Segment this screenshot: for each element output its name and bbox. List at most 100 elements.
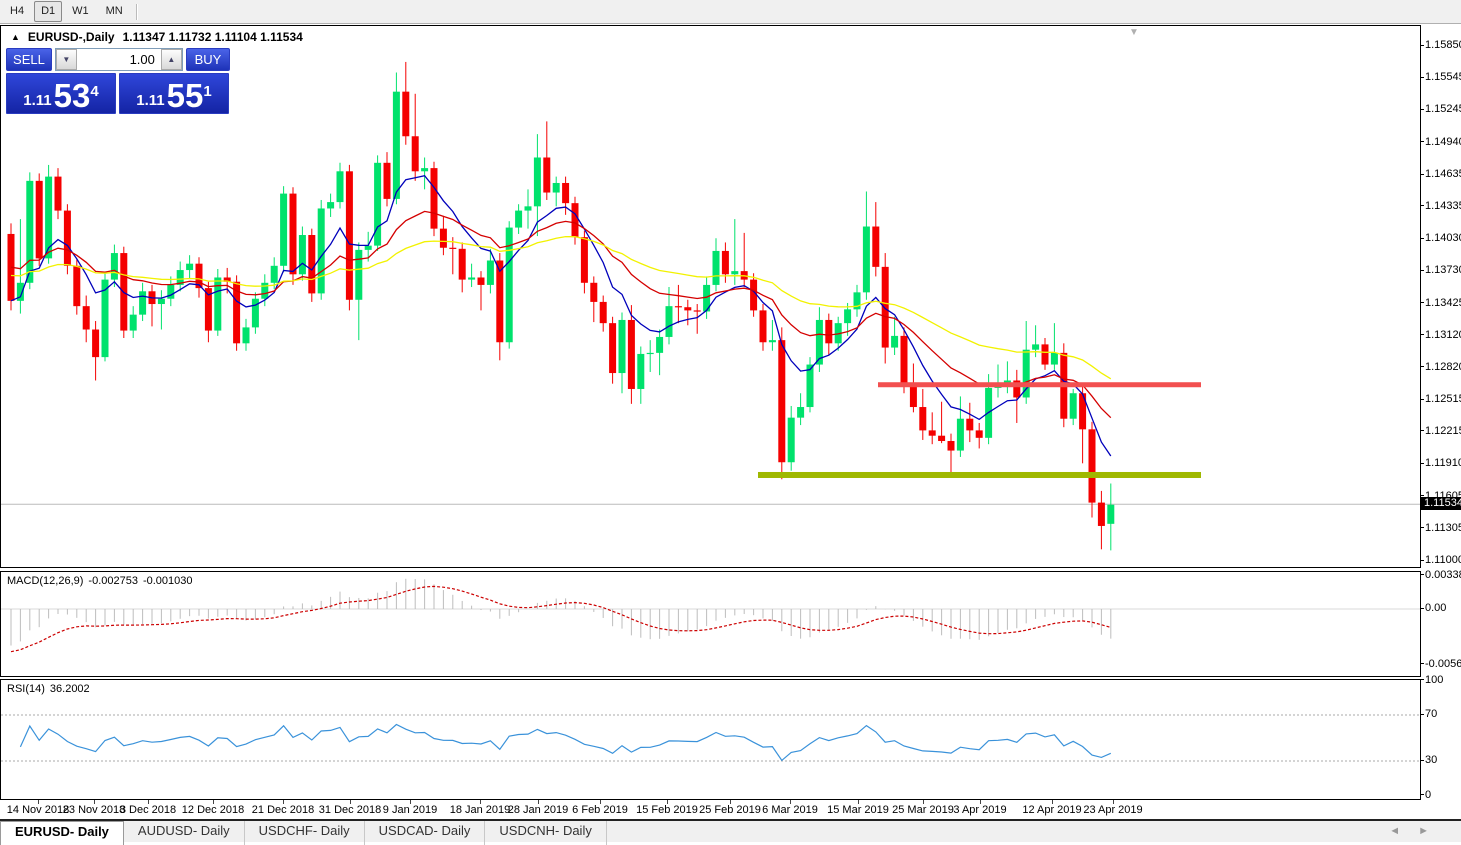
chart-tab-audusd[interactable]: AUDUSD- Daily bbox=[124, 821, 245, 845]
price-tick-mark bbox=[1421, 141, 1424, 142]
price-tick-label: 1.12820 bbox=[1425, 361, 1461, 373]
timeframe-button-w1[interactable]: W1 bbox=[65, 1, 96, 22]
rsi-tick-mark bbox=[1421, 760, 1424, 761]
date-tick-label: 14 Nov 2018 bbox=[7, 804, 69, 816]
sell-button[interactable]: SELL bbox=[6, 48, 52, 71]
price-tick-mark bbox=[1421, 399, 1424, 400]
price-tick-mark bbox=[1421, 77, 1424, 78]
date-tick-label: 25 Mar 2019 bbox=[892, 804, 954, 816]
price-tick-mark bbox=[1421, 302, 1424, 303]
macd-main-value: -0.002753 bbox=[88, 575, 138, 587]
date-axis[interactable]: 14 Nov 201823 Nov 20183 Dec 201812 Dec 2… bbox=[0, 800, 1421, 819]
date-tick-label: 31 Dec 2018 bbox=[319, 804, 381, 816]
volume-input[interactable]: 1.00 bbox=[77, 49, 161, 70]
price-tick-label: 1.12215 bbox=[1425, 425, 1461, 437]
rsi-name: RSI(14) bbox=[7, 683, 45, 695]
macd-signal-value: -0.001030 bbox=[143, 575, 193, 587]
rsi-tick-label: 0 bbox=[1425, 789, 1431, 801]
price-tick-label: 1.14940 bbox=[1425, 136, 1461, 148]
price-tick-label: 1.13120 bbox=[1425, 329, 1461, 341]
chart-tab-bar: EURUSD- DailyAUDUSD- DailyUSDCHF- DailyU… bbox=[0, 821, 1461, 842]
price-tick-mark bbox=[1421, 334, 1424, 335]
price-tick-label: 1.15245 bbox=[1425, 103, 1461, 115]
tab-scroll-right-icon[interactable]: ► bbox=[1418, 825, 1447, 837]
rsi-indicator-panel[interactable]: RSI(14) 36.2002 bbox=[0, 679, 1421, 800]
date-tick-label: 28 Jan 2019 bbox=[508, 804, 569, 816]
date-tick-label: 6 Mar 2019 bbox=[762, 804, 818, 816]
rsi-chart bbox=[1, 680, 1420, 799]
date-tick-label: 12 Dec 2018 bbox=[182, 804, 244, 816]
macd-tick-mark bbox=[1421, 574, 1424, 575]
horizontal-line[interactable] bbox=[878, 382, 1201, 387]
macd-indicator-panel[interactable]: MACD(12,26,9) -0.002753 -0.001030 bbox=[0, 571, 1421, 677]
date-tick-label: 23 Apr 2019 bbox=[1083, 804, 1142, 816]
price-tick-label: 1.13425 bbox=[1425, 297, 1461, 309]
macd-tick-label: 0.00 bbox=[1425, 602, 1446, 614]
rsi-tick-label: 100 bbox=[1425, 674, 1443, 686]
expand-arrow-icon[interactable]: ▲ bbox=[11, 32, 20, 42]
timeframe-button-h4[interactable]: H4 bbox=[3, 1, 31, 22]
rsi-label: RSI(14) 36.2002 bbox=[7, 683, 90, 695]
chart-ohlc-values: 1.11347 1.11732 1.11104 1.11534 bbox=[123, 30, 303, 44]
price-tick-mark bbox=[1421, 560, 1424, 561]
date-tick-label: 15 Feb 2019 bbox=[636, 804, 698, 816]
tab-scroll-arrows[interactable]: ◄► bbox=[1389, 825, 1447, 837]
date-tick-label: 3 Apr 2019 bbox=[953, 804, 1006, 816]
price-tick-label: 1.11000 bbox=[1425, 554, 1461, 566]
sell-price-pip: 4 bbox=[90, 74, 98, 110]
date-tick-label: 12 Apr 2019 bbox=[1022, 804, 1081, 816]
current-price-tag: 1.11534 bbox=[1421, 497, 1461, 510]
sell-price-small: 1.11 bbox=[23, 91, 51, 111]
chart-tab-usdchf[interactable]: USDCHF- Daily bbox=[245, 821, 365, 845]
buy-price-pip: 1 bbox=[203, 74, 211, 110]
macd-tick-mark bbox=[1421, 608, 1424, 609]
buy-quote-box[interactable]: 1.11 55 1 bbox=[119, 73, 229, 114]
chart-tab-eurusd[interactable]: EURUSD- Daily bbox=[0, 821, 124, 845]
rsi-value: 36.2002 bbox=[50, 683, 90, 695]
volume-decrease-button[interactable]: ▼ bbox=[56, 49, 77, 70]
price-tick-label: 1.12515 bbox=[1425, 393, 1461, 405]
buy-button[interactable]: BUY bbox=[186, 48, 230, 71]
macd-name: MACD(12,26,9) bbox=[7, 575, 83, 587]
price-tick-mark bbox=[1421, 109, 1424, 110]
price-tick-label: 1.14030 bbox=[1425, 232, 1461, 244]
price-tick-label: 1.15850 bbox=[1425, 39, 1461, 51]
horizontal-line[interactable] bbox=[758, 472, 1201, 478]
date-tick-label: 21 Dec 2018 bbox=[252, 804, 314, 816]
price-axis[interactable]: 1.158501.155451.152451.149401.146351.143… bbox=[1421, 25, 1461, 800]
tab-scroll-left-icon[interactable]: ◄ bbox=[1389, 825, 1418, 837]
sell-quote-box[interactable]: 1.11 53 4 bbox=[6, 73, 116, 114]
macd-tick-label: -0.005663 bbox=[1425, 658, 1461, 670]
rsi-tick-mark bbox=[1421, 714, 1424, 715]
chart-tab-usdcad[interactable]: USDCAD- Daily bbox=[365, 821, 486, 845]
chart-tab-usdcnh[interactable]: USDCNH- Daily bbox=[485, 821, 606, 845]
price-tick-mark bbox=[1421, 527, 1424, 528]
date-tick-label: 25 Feb 2019 bbox=[699, 804, 761, 816]
price-tick-mark bbox=[1421, 45, 1424, 46]
timeframe-button-mn[interactable]: MN bbox=[99, 1, 130, 22]
price-chart-panel[interactable]: ▲ EURUSD-,Daily 1.11347 1.11732 1.11104 … bbox=[0, 25, 1421, 568]
price-tick-label: 1.13730 bbox=[1425, 264, 1461, 276]
price-tick-label: 1.11910 bbox=[1425, 457, 1461, 469]
macd-label: MACD(12,26,9) -0.002753 -0.001030 bbox=[7, 575, 193, 587]
rsi-tick-mark bbox=[1421, 679, 1424, 680]
timeframe-toolbar: H4D1W1MN bbox=[0, 0, 1461, 24]
price-tick-mark bbox=[1421, 430, 1424, 431]
volume-increase-button[interactable]: ▲ bbox=[161, 49, 182, 70]
rsi-tick-label: 70 bbox=[1425, 708, 1437, 720]
price-tick-label: 1.11305 bbox=[1425, 522, 1461, 534]
price-tick-mark bbox=[1421, 174, 1424, 175]
toolbar-separator bbox=[136, 4, 137, 20]
macd-tick-label: 0.003383 bbox=[1425, 569, 1461, 581]
sell-price-big: 53 bbox=[54, 81, 91, 111]
timeframe-button-d1[interactable]: D1 bbox=[34, 1, 62, 22]
macd-chart bbox=[1, 572, 1420, 676]
macd-tick-mark bbox=[1421, 663, 1424, 664]
scroll-to-end-marker[interactable]: ▼ bbox=[1129, 27, 1139, 38]
date-tick-label: 15 Mar 2019 bbox=[827, 804, 889, 816]
rsi-tick-mark bbox=[1421, 794, 1424, 795]
price-tick-mark bbox=[1421, 463, 1424, 464]
price-tick-mark bbox=[1421, 270, 1424, 271]
one-click-trade-panel: SELL ▼ 1.00 ▲ BUY 1.11 53 4 1.11 55 1 bbox=[6, 48, 230, 114]
chart-header: ▲ EURUSD-,Daily 1.11347 1.11732 1.11104 … bbox=[11, 30, 303, 44]
